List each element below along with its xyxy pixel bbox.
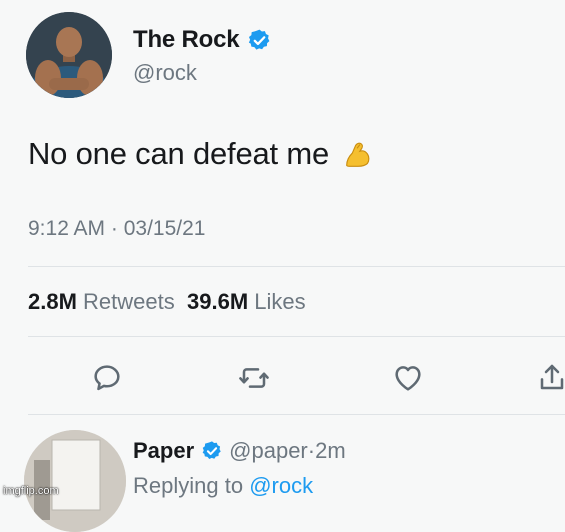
replying-to-prefix: Replying to: [133, 473, 244, 498]
reply-author-name[interactable]: Paper: [133, 438, 194, 464]
reply-author-handle[interactable]: @paper: [229, 438, 308, 464]
replying-to-line: Replying to @rock: [133, 473, 313, 499]
tweet-stats: 2.8M Retweets 39.6M Likes: [28, 289, 306, 315]
reply-time[interactable]: 2m: [315, 438, 346, 464]
reply-header: Paper @paper · 2m: [133, 438, 346, 464]
replying-to-mention[interactable]: @rock: [249, 473, 313, 498]
watermark: imgflip.com: [3, 485, 59, 497]
likes-count[interactable]: 39.6M: [187, 289, 248, 314]
flexed-biceps-icon: [346, 142, 370, 167]
author-avatar-image: [26, 12, 112, 98]
retweets-label[interactable]: Retweets: [83, 289, 175, 314]
retweets-count[interactable]: 2.8M: [28, 289, 77, 314]
like-icon[interactable]: [392, 362, 424, 394]
author-display-name[interactable]: The Rock: [133, 26, 240, 54]
divider: [28, 266, 565, 267]
divider: [28, 414, 565, 415]
author-handle[interactable]: @rock: [133, 60, 197, 86]
share-icon[interactable]: [536, 362, 565, 394]
reply-author-avatar-image: [24, 430, 126, 532]
verified-badge-icon: [202, 441, 221, 459]
reply-icon[interactable]: [91, 362, 123, 394]
author-avatar[interactable]: [26, 12, 112, 98]
tweet-text-content: No one can defeat me: [28, 136, 330, 171]
verified-badge-icon: [249, 29, 270, 50]
reply-author-avatar[interactable]: [24, 430, 126, 532]
likes-label[interactable]: Likes: [254, 289, 305, 314]
tweet-text: No one can defeat me: [28, 136, 375, 172]
reply-separator: ·: [307, 438, 316, 463]
tweet-timestamp[interactable]: 9:12 AM · 03/15/21: [28, 217, 205, 241]
retweet-icon[interactable]: [238, 362, 270, 394]
divider: [28, 336, 565, 337]
